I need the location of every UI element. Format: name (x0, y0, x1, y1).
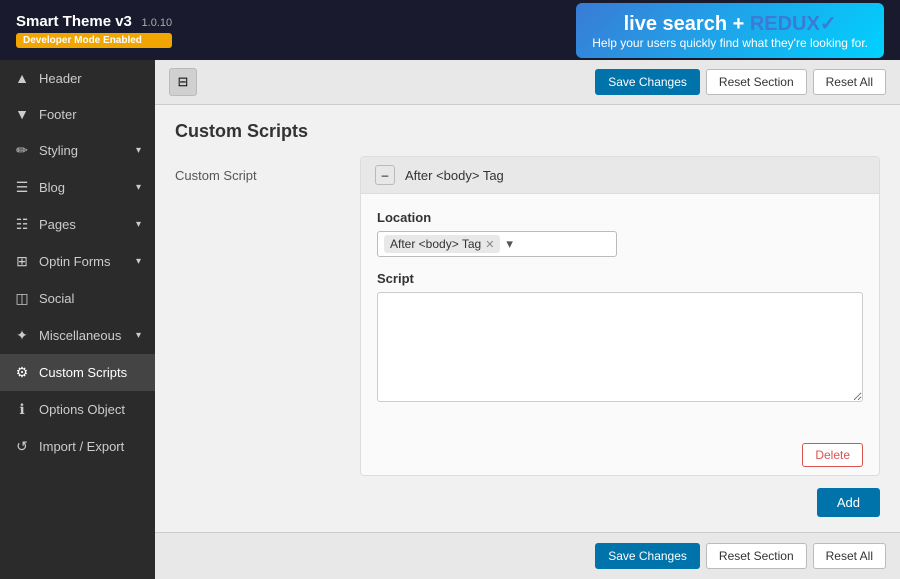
blog-icon: ☰ (14, 179, 30, 196)
header-icon: ▲ (14, 70, 30, 86)
pages-icon: ☷ (14, 216, 30, 233)
ad-subtitle: Help your users quickly find what they'r… (592, 36, 868, 50)
script-panel: – After <body> Tag Location After <body>… (360, 156, 880, 476)
content-area: ⊟ Save Changes Reset Section Reset All C… (155, 60, 900, 579)
app-name: Smart Theme v3 (16, 13, 132, 30)
location-label: Location (377, 210, 863, 225)
panel-header: – After <body> Tag (361, 157, 879, 194)
dropdown-arrow-icon[interactable]: ▾ (506, 236, 513, 252)
sidebar-label-header: Header (39, 71, 82, 86)
chevron-down-icon: ▾ (136, 256, 141, 267)
location-tag-value: After <body> Tag (390, 237, 481, 251)
sidebar-item-header[interactable]: ▲ Header (0, 60, 155, 96)
footer-icon: ▼ (14, 106, 30, 122)
bottom-toolbar-buttons: Save Changes Reset Section Reset All (595, 543, 886, 569)
sidebar-label-custom-scripts: Custom Scripts (39, 365, 127, 380)
ad-title-text: live search + (624, 13, 750, 35)
main-layout: ▲ Header ▼ Footer ✏ Styling ▾ ☰ Blog ▾ ☷… (0, 60, 900, 579)
remove-tag-icon[interactable]: ✕ (485, 238, 494, 251)
sidebar-item-import-export[interactable]: ↺ Import / Export (0, 428, 155, 465)
sidebar-label-pages: Pages (39, 217, 76, 232)
script-textarea[interactable] (377, 292, 863, 402)
ad-title: live search + REDUX✓ (592, 11, 868, 36)
expand-collapse-icon[interactable]: ⊟ (169, 68, 197, 96)
location-field-group: Location After <body> Tag ✕ ▾ (377, 210, 863, 257)
chevron-down-icon: ▾ (136, 219, 141, 230)
sidebar-item-options-object[interactable]: ℹ Options Object (0, 391, 155, 428)
toolbar-buttons: Save Changes Reset Section Reset All (595, 69, 886, 95)
add-button-area: Add (360, 488, 880, 517)
ad-banner[interactable]: live search + REDUX✓ Help your users qui… (576, 3, 884, 58)
app-branding: Smart Theme v3 1.0.10 Developer Mode Ena… (16, 13, 172, 48)
bottom-toolbar: Save Changes Reset Section Reset All (155, 532, 900, 579)
chevron-down-icon: ▾ (136, 145, 141, 156)
row-label: Custom Script (175, 156, 360, 517)
import-export-icon: ↺ (14, 438, 30, 455)
sidebar-item-blog[interactable]: ☰ Blog ▾ (0, 169, 155, 206)
chevron-down-icon: ▾ (136, 330, 141, 341)
sidebar-item-miscellaneous[interactable]: ✦ Miscellaneous ▾ (0, 317, 155, 354)
sidebar-label-blog: Blog (39, 180, 65, 195)
add-button[interactable]: Add (817, 488, 880, 517)
panel-footer: Delete (361, 435, 879, 475)
sidebar-label-import-export: Import / Export (39, 439, 124, 454)
sidebar-item-footer[interactable]: ▼ Footer (0, 96, 155, 132)
location-tag: After <body> Tag ✕ (384, 235, 500, 253)
misc-icon: ✦ (14, 327, 30, 344)
top-toolbar: ⊟ Save Changes Reset Section Reset All (155, 60, 900, 105)
ad-redux-text: REDUX✓ (750, 13, 837, 35)
content-body: Custom Scripts Custom Script – After <bo… (155, 105, 900, 532)
app-version: 1.0.10 (142, 17, 173, 29)
page-title: Custom Scripts (175, 121, 880, 142)
social-icon: ◫ (14, 290, 30, 307)
panel-body: Location After <body> Tag ✕ ▾ (361, 194, 879, 435)
custom-script-row: Custom Script – After <body> Tag (175, 156, 880, 517)
top-bar: Smart Theme v3 1.0.10 Developer Mode Ena… (0, 0, 900, 60)
options-object-icon: ℹ (14, 401, 30, 418)
sidebar-item-optin-forms[interactable]: ⊞ Optin Forms ▾ (0, 243, 155, 280)
sidebar-item-custom-scripts[interactable]: ⚙ Custom Scripts (0, 354, 155, 391)
sidebar-label-social: Social (39, 291, 74, 306)
sidebar-item-social[interactable]: ◫ Social (0, 280, 155, 317)
app-title-line: Smart Theme v3 1.0.10 (16, 13, 172, 30)
sidebar-label-misc: Miscellaneous (39, 328, 121, 343)
script-field-group: Script (377, 271, 863, 405)
styling-icon: ✏ (14, 142, 30, 159)
location-select[interactable]: After <body> Tag ✕ ▾ (377, 231, 617, 257)
custom-scripts-icon: ⚙ (14, 364, 30, 381)
bottom-save-changes-button[interactable]: Save Changes (595, 543, 700, 569)
panel-title: After <body> Tag (405, 168, 504, 183)
expand-icon-symbol: ⊟ (178, 74, 189, 90)
bottom-reset-all-button[interactable]: Reset All (813, 543, 886, 569)
optin-forms-icon: ⊞ (14, 253, 30, 270)
save-changes-button[interactable]: Save Changes (595, 69, 700, 95)
chevron-down-icon: ▾ (136, 182, 141, 193)
sidebar-label-footer: Footer (39, 107, 77, 122)
bottom-reset-section-button[interactable]: Reset Section (706, 543, 807, 569)
panel-collapse-button[interactable]: – (375, 165, 395, 185)
sidebar: ▲ Header ▼ Footer ✏ Styling ▾ ☰ Blog ▾ ☷… (0, 60, 155, 579)
sidebar-label-optin-forms: Optin Forms (39, 254, 111, 269)
script-label: Script (377, 271, 863, 286)
sidebar-label-options-object: Options Object (39, 402, 125, 417)
collapse-icon: – (382, 168, 389, 182)
sidebar-label-styling: Styling (39, 143, 78, 158)
delete-button[interactable]: Delete (802, 443, 863, 467)
dev-mode-badge: Developer Mode Enabled (16, 33, 172, 48)
sidebar-item-styling[interactable]: ✏ Styling ▾ (0, 132, 155, 169)
sidebar-item-pages[interactable]: ☷ Pages ▾ (0, 206, 155, 243)
reset-all-button[interactable]: Reset All (813, 69, 886, 95)
reset-section-button[interactable]: Reset Section (706, 69, 807, 95)
